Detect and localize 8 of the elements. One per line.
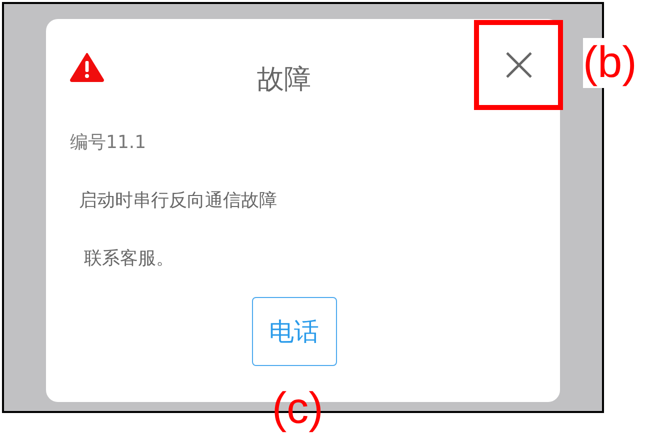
instruction-text: 联系客服。 [84,247,175,271]
fault-message: 启动时串行反向通信故障 [79,189,278,213]
warning-icon [70,53,104,82]
callout-label: (b) [583,38,637,88]
call-button[interactable]: 电话 [252,297,336,366]
close-icon [504,51,532,79]
dialog-title: 故障 [257,63,311,97]
fault-code: 编号11.1 [70,131,148,155]
